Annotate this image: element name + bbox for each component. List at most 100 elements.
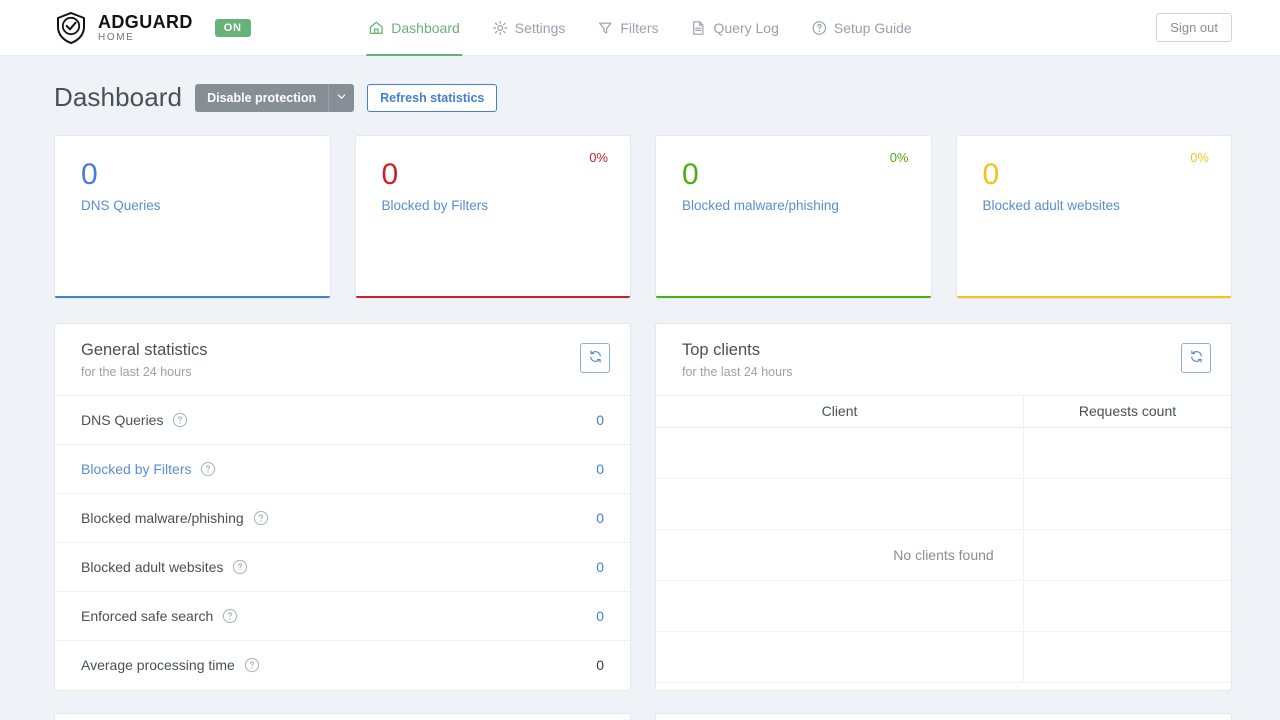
- panel-subtitle: for the last 24 hours: [682, 364, 793, 379]
- top-clients-table-header: Client Requests count: [656, 395, 1231, 428]
- question-circle-icon[interactable]: [223, 559, 248, 575]
- funnel-icon: [597, 20, 613, 36]
- dashboard-panels: General statistics for the last 24 hours: [54, 323, 1232, 691]
- table-cell-requests-count: [1024, 581, 1231, 631]
- table-cell-client: [656, 478, 1024, 529]
- stat-card-blocked-adult-websites[interactable]: 0% 0 Blocked adult websites: [955, 135, 1232, 299]
- stat-row-label[interactable]: Blocked by Filters: [81, 461, 191, 477]
- stat-card-value: 0: [81, 158, 98, 191]
- stat-row-value: 0: [596, 411, 604, 428]
- stat-card-percent: 0%: [589, 150, 608, 165]
- table-cell-requests-count: [1024, 632, 1231, 682]
- nav-item-setup-guide[interactable]: Setup Guide: [795, 0, 928, 56]
- stat-row-label: Blocked adult websites: [81, 558, 224, 575]
- stat-card-blocked-by-filters[interactable]: 0% 0 Blocked by Filters: [354, 135, 631, 299]
- stat-row-label: Blocked malware/phishing: [81, 509, 244, 526]
- nav-label: Dashboard: [391, 19, 460, 36]
- stat-card-dns-queries[interactable]: 0 DNS Queries: [54, 135, 331, 299]
- stat-card-label[interactable]: DNS Queries: [81, 198, 304, 213]
- nav-label: Settings: [514, 19, 566, 36]
- app-header: ADGUARD HOME ON Dashboard Settings Filte…: [0, 0, 1280, 56]
- panel-placeholder-right: [655, 712, 1232, 720]
- table-row: [656, 529, 1231, 581]
- stat-row: Blocked malware/phishing 0: [55, 494, 630, 543]
- table-cell-requests-count: [1024, 479, 1231, 529]
- stat-row-label: Average processing time: [81, 657, 235, 674]
- stat-card-label[interactable]: Blocked malware/phishing: [682, 198, 905, 213]
- stat-cards: 0 DNS Queries 0% 0 Blocked by Filters 0%…: [54, 135, 1232, 299]
- question-circle-icon[interactable]: [244, 510, 269, 526]
- nav-label: Filters: [620, 19, 659, 36]
- table-row: [656, 478, 1231, 530]
- table-cell-client: [656, 631, 1024, 682]
- stat-row-value: 0: [596, 607, 604, 624]
- document-icon: [691, 20, 707, 36]
- brand-name: ADGUARD: [98, 11, 193, 32]
- nav-item-filters[interactable]: Filters: [581, 0, 674, 56]
- refresh-icon: [1189, 349, 1204, 367]
- disable-protection-dropdown-toggle[interactable]: [328, 83, 355, 112]
- table-row: [656, 631, 1231, 683]
- main-nav: Dashboard Settings Filters Query Log Set…: [352, 0, 927, 56]
- nav-label: Query Log: [713, 19, 779, 36]
- panel-header: Top clients for the last 24 hours: [656, 324, 1231, 396]
- panel-subtitle: for the last 24 hours: [81, 364, 192, 379]
- general-statistics-rows: DNS Queries 0 Blocked by Filters 0 Block…: [55, 396, 630, 690]
- panel-header: General statistics for the last 24 hours: [55, 324, 630, 396]
- stat-row: Blocked adult websites 0: [55, 543, 630, 592]
- top-clients-refresh-button[interactable]: [1181, 343, 1211, 373]
- page-title: Dashboard: [54, 82, 183, 112]
- stat-card-percent: 0%: [1190, 150, 1209, 165]
- table-cell-requests-count: [1024, 530, 1231, 580]
- refresh-statistics-button[interactable]: Refresh statistics: [367, 83, 498, 112]
- stat-card-value: 0: [381, 158, 399, 191]
- table-cell-requests-count: [1024, 428, 1231, 478]
- refresh-icon: [588, 349, 603, 367]
- table-cell-client: [656, 427, 1024, 478]
- stat-card-label[interactable]: Blocked adult websites: [983, 198, 1206, 213]
- question-circle-icon[interactable]: [213, 608, 238, 624]
- stat-row: Average processing time 0: [55, 641, 630, 690]
- stat-row: Enforced safe search 0: [55, 592, 630, 641]
- nav-item-query-log[interactable]: Query Log: [675, 0, 795, 56]
- stat-row-label: Enforced safe search: [81, 607, 214, 624]
- brand-subtitle: HOME: [98, 31, 135, 43]
- brand-text: ADGUARD HOME: [98, 13, 193, 43]
- table-cell-client: [656, 529, 1024, 580]
- table-cell-client: [656, 580, 1024, 631]
- disable-protection-button[interactable]: Disable protection: [195, 83, 329, 112]
- question-circle-icon[interactable]: [163, 412, 188, 428]
- table-row: [656, 427, 1231, 479]
- panel-placeholder-left: [54, 712, 631, 720]
- column-header-requests-count[interactable]: Requests count: [1024, 396, 1231, 427]
- below-fold-panels: [54, 712, 1232, 720]
- column-header-client[interactable]: Client: [656, 395, 1024, 427]
- question-circle-icon[interactable]: [235, 657, 260, 673]
- stat-card-label[interactable]: Blocked by Filters: [382, 198, 605, 213]
- panel-title: General statistics: [81, 341, 208, 359]
- top-clients-table-body: No clients found: [656, 427, 1231, 683]
- brand-logo: ADGUARD HOME ON: [54, 11, 251, 45]
- stat-row: DNS Queries 0: [55, 396, 630, 445]
- stat-row-value: 0: [596, 558, 604, 575]
- nav-label: Setup Guide: [833, 19, 912, 36]
- panel-title: Top clients: [682, 341, 760, 359]
- stat-card-blocked-malware-phishing[interactable]: 0% 0 Blocked malware/phishing: [655, 135, 932, 299]
- stat-row-label: DNS Queries: [81, 411, 164, 428]
- nav-item-settings[interactable]: Settings: [476, 0, 582, 56]
- stat-row-value: 0: [596, 657, 604, 674]
- gear-icon: [492, 20, 508, 36]
- stat-card-value: 0: [982, 158, 1000, 191]
- sign-out-button[interactable]: Sign out: [1156, 13, 1232, 42]
- chevron-down-icon: [336, 90, 347, 105]
- general-statistics-panel: General statistics for the last 24 hours: [54, 323, 631, 691]
- shield-check-icon: [54, 11, 88, 45]
- question-circle-icon[interactable]: [191, 461, 216, 477]
- stat-row-value: 0: [596, 509, 604, 526]
- stat-card-value: 0: [682, 158, 699, 191]
- nav-item-dashboard[interactable]: Dashboard: [352, 0, 476, 56]
- general-statistics-refresh-button[interactable]: [580, 343, 610, 373]
- stat-row: Blocked by Filters 0: [55, 445, 630, 494]
- top-clients-panel: Top clients for the last 24 hours Client…: [655, 323, 1232, 691]
- protection-status-badge: ON: [214, 18, 251, 37]
